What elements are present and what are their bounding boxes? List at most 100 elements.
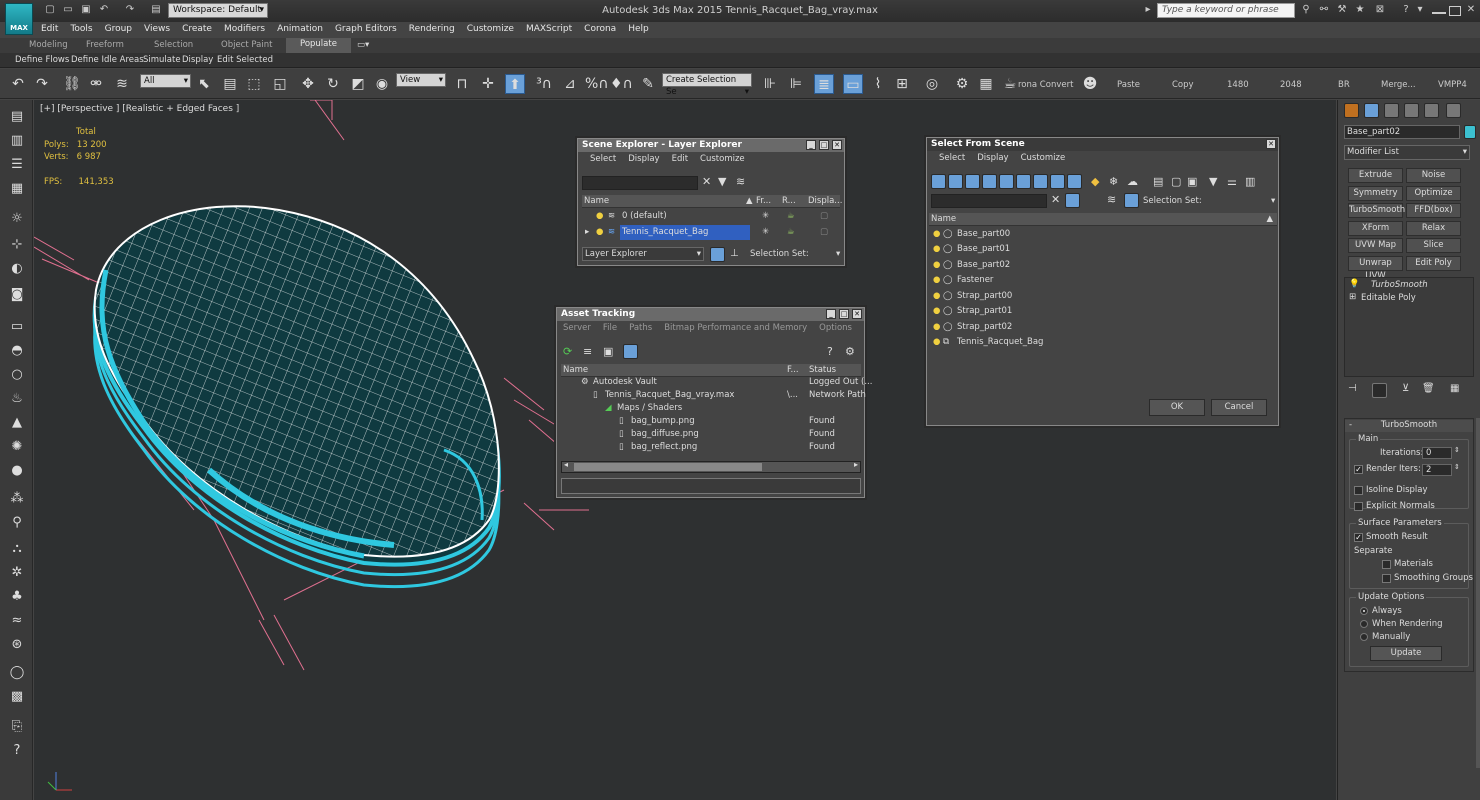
- display-hidden-icon[interactable]: ☁: [1127, 175, 1138, 188]
- open-file-icon[interactable]: ▭: [62, 4, 74, 16]
- freeze-icon[interactable]: ✳: [762, 225, 769, 240]
- menu-help[interactable]: Help: [622, 22, 655, 36]
- mirror-icon[interactable]: ⊪: [760, 74, 780, 94]
- menu-edit[interactable]: Edit: [666, 152, 694, 166]
- menu-file[interactable]: File: [597, 321, 623, 335]
- keyboard-shortcut-override-icon[interactable]: ⬆: [505, 74, 525, 94]
- explicit-normals-checkbox[interactable]: [1354, 502, 1363, 511]
- infocenter-icon[interactable]: ⚯: [1318, 4, 1330, 16]
- asset-path-field[interactable]: [561, 478, 861, 494]
- iterations-spinner[interactable]: 0: [1422, 447, 1452, 459]
- asset-row[interactable]: ▯ Tennis_Racquet_Bag_vray.max \... Netwo…: [561, 389, 866, 402]
- stack-bulb-icon[interactable]: 💡: [1349, 279, 1360, 289]
- cloth-icon[interactable]: ⊛: [8, 636, 26, 654]
- col-display[interactable]: Displa...: [808, 195, 842, 207]
- named-selection-set-dropdown[interactable]: Create Selection Se ▾: [662, 73, 752, 97]
- display-xrefs-icon[interactable]: [1050, 174, 1065, 189]
- audio-icon[interactable]: ◐: [8, 260, 26, 278]
- snaps-toggle-icon[interactable]: ³∩: [534, 74, 554, 94]
- object-row[interactable]: ● ◯ Strap_part02: [929, 320, 1277, 335]
- cone-icon[interactable]: ▲: [8, 414, 26, 432]
- stack-item-editable-poly[interactable]: Editable Poly: [1361, 293, 1416, 303]
- percent-snap-icon[interactable]: %∩: [585, 74, 609, 94]
- minimize-window-icon[interactable]: [1432, 12, 1446, 14]
- material-sphere-icon[interactable]: ◯: [8, 664, 26, 682]
- align-icon[interactable]: ⊫: [786, 74, 806, 94]
- select-from-scene-search-input[interactable]: [931, 194, 1047, 208]
- make-unique-icon[interactable]: ⊻: [1402, 383, 1409, 394]
- select-none-icon[interactable]: ▢: [1171, 175, 1181, 188]
- corona-logo-icon[interactable]: ☻: [1080, 74, 1100, 94]
- scene-explorer-title[interactable]: Scene Explorer - Layer Explorer _ □ ✕: [578, 139, 844, 152]
- layer-manager-icon[interactable]: ▥: [8, 132, 26, 150]
- col-full-path[interactable]: F...: [787, 364, 799, 376]
- configure-modifier-sets-icon[interactable]: ▦: [1450, 383, 1459, 394]
- menu-animation[interactable]: Animation: [271, 22, 329, 36]
- layer-explorer-toggle-icon[interactable]: ≣: [814, 74, 834, 94]
- cancel-button[interactable]: Cancel: [1211, 399, 1267, 416]
- minimize-icon[interactable]: _: [826, 309, 836, 319]
- height-preset-button[interactable]: 2048: [1280, 80, 1302, 90]
- maximize-icon[interactable]: □: [819, 140, 829, 150]
- layer-row[interactable]: ● ≋ 0 (default) ✳ ☕ ▢: [582, 209, 840, 224]
- edit-selected-button[interactable]: Edit Selected: [217, 55, 273, 65]
- menu-paths[interactable]: Paths: [623, 321, 658, 335]
- spinner-arrows-icon[interactable]: ⇕: [1454, 463, 1460, 471]
- motion-tab-icon[interactable]: [1404, 103, 1419, 118]
- unlink-icon[interactable]: ⚮: [86, 74, 106, 94]
- hierarchy-toggle-icon[interactable]: [1124, 193, 1139, 208]
- define-idle-areas-button[interactable]: Define Idle Areas: [71, 55, 144, 65]
- spinner-arrows-icon[interactable]: ⇕: [1454, 446, 1460, 454]
- materials-checkbox[interactable]: [1382, 560, 1391, 569]
- copy-button[interactable]: Copy: [1172, 80, 1194, 90]
- select-all-icon[interactable]: ▤: [1153, 175, 1163, 188]
- menu-display[interactable]: Display: [971, 151, 1014, 165]
- show-end-result-icon[interactable]: [1372, 383, 1387, 398]
- menu-modifiers[interactable]: Modifiers: [218, 22, 271, 36]
- toggle-ribbon-icon[interactable]: ▭: [843, 74, 863, 94]
- freeze-icon[interactable]: ✳: [762, 209, 769, 224]
- menu-views[interactable]: Views: [138, 22, 176, 36]
- menu-edit[interactable]: Edit: [35, 22, 64, 36]
- filter-icon[interactable]: ▼: [718, 175, 726, 188]
- rendered-frame-window-icon[interactable]: ▦: [976, 74, 996, 94]
- display-button[interactable]: Display: [182, 55, 213, 65]
- angle-snap-icon[interactable]: ⊿: [560, 74, 580, 94]
- modifier-turbosmooth-button[interactable]: TurboSmooth: [1348, 203, 1405, 218]
- menu-bitmap-performance[interactable]: Bitmap Performance and Memory: [658, 321, 813, 335]
- select-by-name-icon[interactable]: ▤: [220, 74, 240, 94]
- display-groups-icon[interactable]: [1033, 174, 1048, 189]
- scene-explorer-search-input[interactable]: [582, 176, 698, 190]
- display-box-icon[interactable]: ▢: [820, 225, 828, 240]
- menu-customize[interactable]: Customize: [694, 152, 751, 166]
- remove-modifier-icon[interactable]: 🗑: [1422, 383, 1435, 394]
- explorer-mode-dropdown[interactable]: Layer Explorer ▾: [582, 247, 704, 261]
- sun-icon[interactable]: ✺: [8, 438, 26, 456]
- camera-icon[interactable]: ◙: [8, 286, 26, 304]
- modifier-list-dropdown[interactable]: Modifier List ▾: [1344, 145, 1470, 160]
- asset-tracking-title[interactable]: Asset Tracking _ □ ✕: [557, 308, 864, 321]
- update-button[interactable]: Update: [1370, 646, 1442, 661]
- display-space-warps-icon[interactable]: [1016, 174, 1031, 189]
- table-icon[interactable]: ▦: [8, 180, 26, 198]
- close-icon[interactable]: ✕: [1266, 139, 1276, 149]
- menu-corona[interactable]: Corona: [578, 22, 622, 36]
- selection-set-dropdown-icon[interactable]: ▾: [1271, 196, 1275, 206]
- asset-row[interactable]: ⚙ Autodesk Vault Logged Out (...: [561, 376, 872, 389]
- col-name[interactable]: Name: [931, 213, 956, 225]
- object-row[interactable]: ● ◯ Strap_part01: [929, 304, 1277, 319]
- menu-select[interactable]: Select: [933, 151, 971, 165]
- window-crossing-icon[interactable]: ◱: [270, 74, 290, 94]
- ok-button[interactable]: OK: [1149, 399, 1205, 416]
- display-box-icon[interactable]: ▢: [820, 209, 828, 224]
- always-radio[interactable]: [1360, 607, 1368, 615]
- asset-row[interactable]: ▯ bag_bump.png Found: [561, 415, 861, 428]
- dome-icon[interactable]: ◓: [8, 342, 26, 360]
- define-flows-button[interactable]: Define Flows: [15, 55, 69, 65]
- render-teapot-icon[interactable]: ☕: [787, 209, 795, 224]
- display-frozen-icon[interactable]: ❄: [1109, 175, 1118, 188]
- menu-customize[interactable]: Customize: [461, 22, 520, 36]
- scroll-right-icon[interactable]: ▸: [854, 460, 858, 469]
- col-status[interactable]: Status: [809, 364, 836, 376]
- redo-icon[interactable]: ↷: [124, 4, 136, 16]
